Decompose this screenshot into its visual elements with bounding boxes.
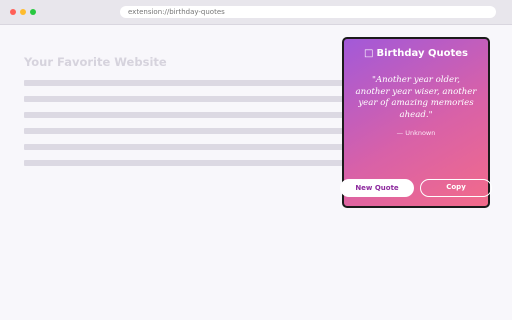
address-bar[interactable]: extension://birthday-quotes [120, 6, 496, 18]
quote-author: — Unknown [396, 129, 436, 137]
content-placeholder-line [24, 128, 346, 134]
content-placeholder-line [24, 144, 346, 150]
content-placeholder-line [24, 96, 346, 102]
page-title: Your Favorite Website [24, 55, 167, 69]
content-placeholder-line [24, 112, 346, 118]
maximize-window-button[interactable] [30, 9, 36, 15]
extension-popup: □ Birthday Quotes "Another year older, an… [340, 37, 492, 208]
content-placeholder-line [24, 160, 346, 166]
popup-title: Birthday Quotes [376, 48, 468, 59]
cake-icon: □ [364, 48, 374, 59]
quote-text: "Another year older, another year wiser,… [355, 75, 477, 120]
content-placeholder-line [24, 80, 346, 86]
minimize-window-button[interactable] [20, 9, 26, 15]
close-window-button[interactable] [10, 9, 16, 15]
new-quote-button[interactable]: New Quote [340, 179, 414, 197]
copy-button[interactable]: Copy [420, 179, 492, 197]
browser-toolbar: extension://birthday-quotes [0, 0, 512, 25]
popup-header: □ Birthday Quotes [344, 48, 488, 59]
